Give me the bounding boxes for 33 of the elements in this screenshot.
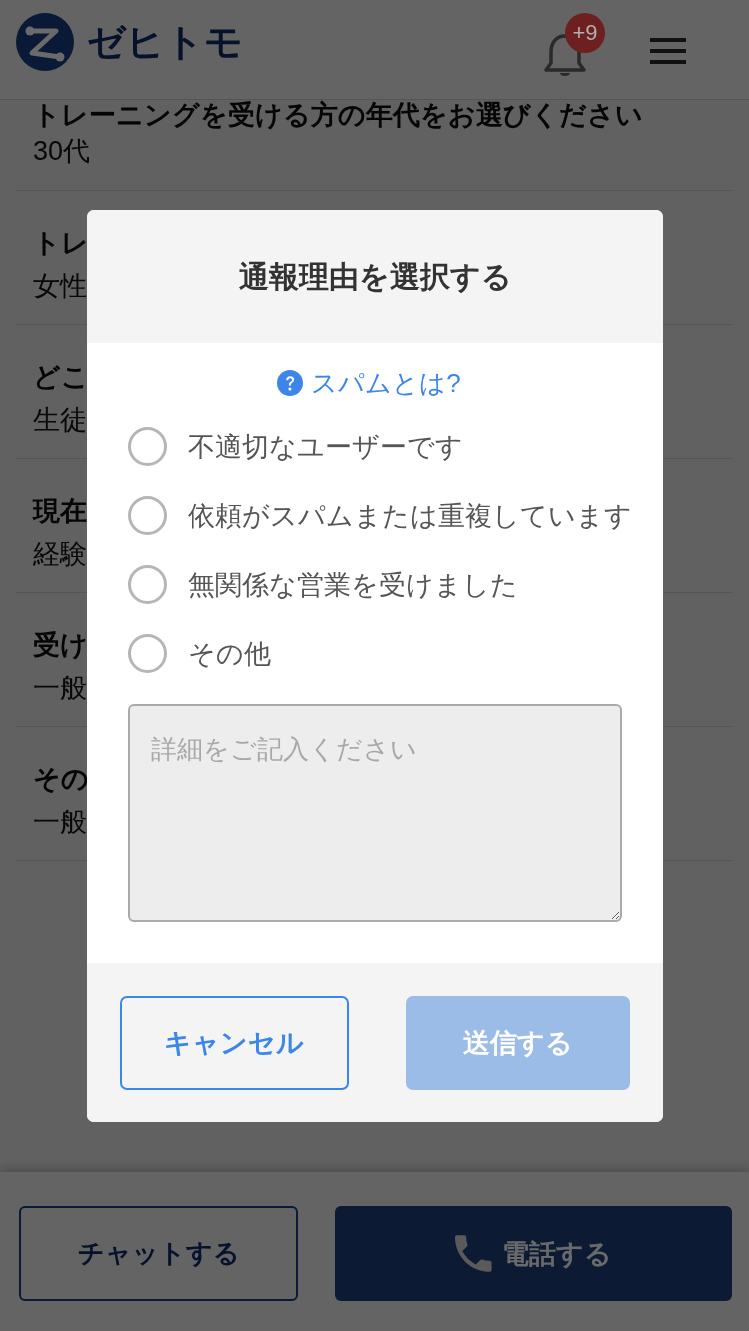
question-label: トレ (33, 227, 89, 260)
answer-text: 一般 (33, 806, 87, 839)
reason-option[interactable]: その他 (128, 619, 657, 688)
question-label: その (33, 763, 89, 796)
logo-icon[interactable] (16, 13, 74, 71)
cancel-button[interactable]: キャンセル (120, 996, 349, 1090)
question-label: 受け (33, 629, 88, 662)
answer-text: 一般 (33, 672, 87, 705)
answer-text: 30代 (33, 135, 91, 168)
reason-option[interactable]: 不適切なユーザーです (128, 412, 657, 481)
question-label: どこ (33, 361, 89, 394)
reason-option[interactable]: 無関係な営業を受けました (128, 550, 657, 619)
radio-button[interactable] (128, 565, 167, 604)
question-label: 現在 (33, 495, 87, 528)
call-label: 電話する (502, 1237, 612, 1271)
help-link[interactable]: スパムとは? (277, 367, 461, 399)
details-field[interactable]: 詳細をご記入ください (128, 704, 622, 922)
radio-button[interactable] (128, 634, 167, 673)
answer-text: 経験 (33, 538, 87, 571)
dialog-title: 通報理由を選択する (238, 258, 512, 295)
chat-button[interactable]: チャットする (19, 1206, 298, 1301)
answer-text: 生徒 (33, 404, 87, 437)
reason-option[interactable]: 依頼がスパムまたは重複しています (128, 481, 657, 550)
call-button[interactable]: 電話する (335, 1206, 732, 1301)
menu-icon[interactable] (650, 37, 686, 64)
radio-button[interactable] (128, 496, 167, 535)
answer-text: 女性 (33, 270, 87, 303)
question-circle-icon (277, 370, 304, 396)
question-label: トレーニングを受ける方の年代をお選びください (33, 100, 643, 130)
phone-icon (455, 1235, 492, 1272)
notification-badge: +9 (565, 12, 605, 53)
radio-button[interactable] (128, 427, 167, 466)
logo-text[interactable]: ゼヒトモ (87, 17, 243, 66)
